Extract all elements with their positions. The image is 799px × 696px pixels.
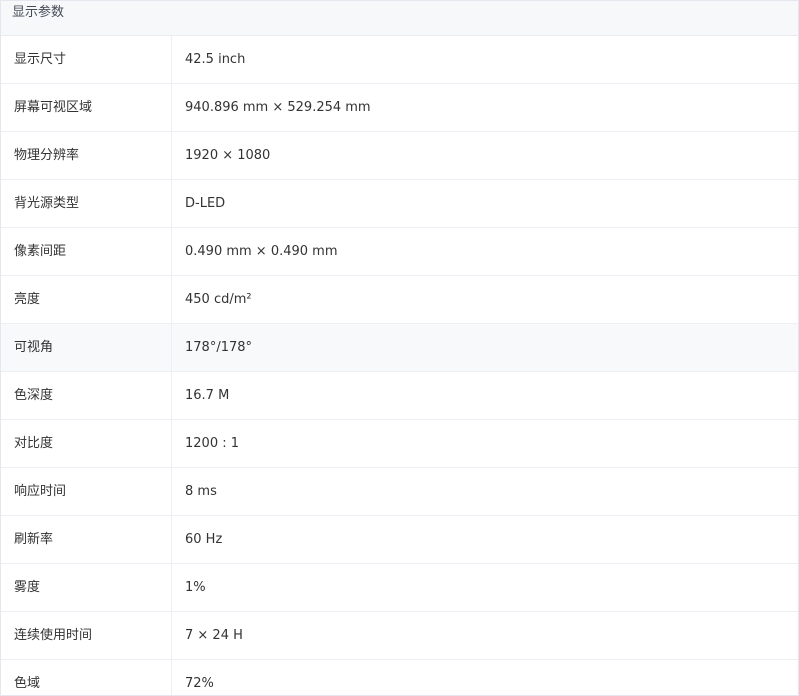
spec-row-color-gamut: 色域 72% xyxy=(1,660,798,695)
spec-value: 16.7 M xyxy=(185,388,230,403)
spec-row-color-depth: 色深度 16.7 M xyxy=(1,372,798,420)
spec-value: 1% xyxy=(185,580,206,595)
spec-value: D-LED xyxy=(185,196,226,211)
spec-value: 0.490 mm × 0.490 mm xyxy=(185,244,338,259)
spec-label: 显示尺寸 xyxy=(1,36,172,83)
spec-label: 屏幕可视区域 xyxy=(1,84,172,131)
spec-value: 72% xyxy=(185,676,214,691)
spec-row-display-size: 显示尺寸 42.5 inch xyxy=(1,36,798,84)
spec-row-resolution: 物理分辨率 1920 × 1080 xyxy=(1,132,798,180)
display-spec-panel: 显示参数 显示尺寸 42.5 inch 屏幕可视区域 940.896 mm × … xyxy=(0,0,799,696)
spec-row-viewable-area: 屏幕可视区域 940.896 mm × 529.254 mm xyxy=(1,84,798,132)
spec-row-refresh-rate: 刷新率 60 Hz xyxy=(1,516,798,564)
spec-label: 刷新率 xyxy=(1,516,172,563)
spec-value: 940.896 mm × 529.254 mm xyxy=(185,100,371,115)
spec-label: 物理分辨率 xyxy=(1,132,172,179)
spec-label: 像素间距 xyxy=(1,228,172,275)
spec-value: 42.5 inch xyxy=(185,52,246,67)
spec-row-viewing-angle: 可视角 178°/178° xyxy=(1,324,798,372)
spec-value: 7 × 24 H xyxy=(185,628,243,643)
spec-label: 色深度 xyxy=(1,372,172,419)
spec-label: 响应时间 xyxy=(1,468,172,515)
spec-label: 背光源类型 xyxy=(1,180,172,227)
spec-label: 可视角 xyxy=(1,324,172,371)
spec-row-haze: 雾度 1% xyxy=(1,564,798,612)
spec-value: 1920 × 1080 xyxy=(185,148,271,163)
spec-value: 1200 : 1 xyxy=(185,436,239,451)
spec-value: 450 cd/m² xyxy=(185,292,252,307)
spec-label: 雾度 xyxy=(1,564,172,611)
spec-label: 亮度 xyxy=(1,276,172,323)
spec-value: 178°/178° xyxy=(185,340,253,355)
spec-row-backlight: 背光源类型 D-LED xyxy=(1,180,798,228)
section-title: 显示参数 xyxy=(1,1,798,36)
spec-row-contrast: 对比度 1200 : 1 xyxy=(1,420,798,468)
spec-value: 60 Hz xyxy=(185,532,223,547)
spec-label: 连续使用时间 xyxy=(1,612,172,659)
spec-row-brightness: 亮度 450 cd/m² xyxy=(1,276,798,324)
spec-row-continuous-use: 连续使用时间 7 × 24 H xyxy=(1,612,798,660)
spec-row-pixel-pitch: 像素间距 0.490 mm × 0.490 mm xyxy=(1,228,798,276)
spec-row-response-time: 响应时间 8 ms xyxy=(1,468,798,516)
spec-label: 对比度 xyxy=(1,420,172,467)
spec-value: 8 ms xyxy=(185,484,217,499)
spec-label: 色域 xyxy=(1,660,172,695)
